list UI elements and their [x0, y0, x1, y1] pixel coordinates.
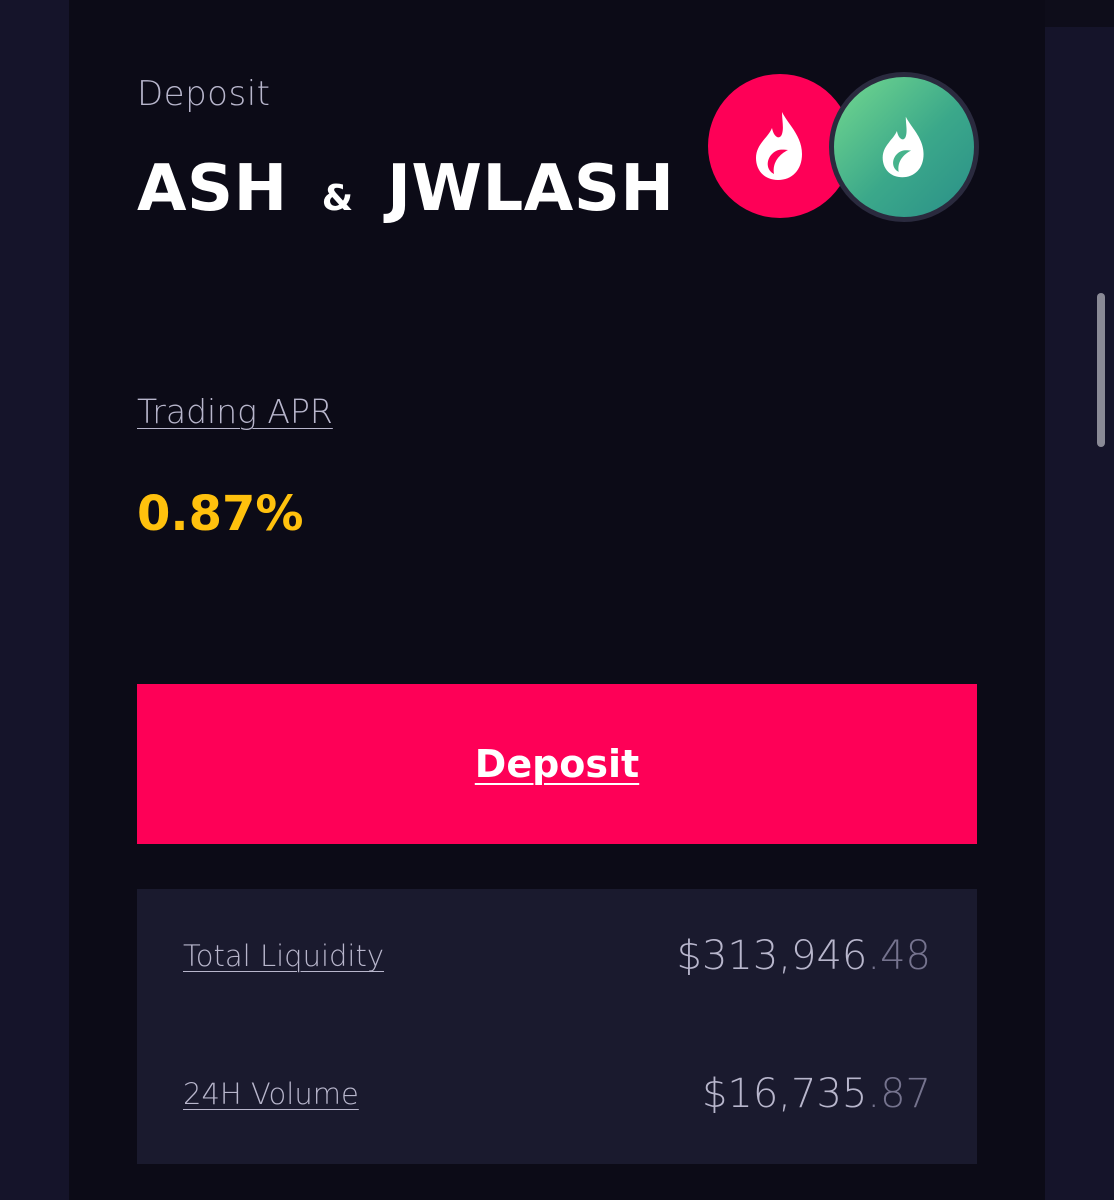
trading-apr-value: 0.87%	[137, 486, 304, 542]
total-liquidity-label[interactable]: Total Liquidity	[183, 939, 384, 973]
volume-24h-whole: $16,735	[701, 1071, 868, 1117]
token-logos	[707, 72, 979, 222]
total-liquidity-decimal: .48	[867, 933, 931, 979]
token-b-name: JWLASH	[387, 152, 675, 226]
trading-apr-label[interactable]: Trading APR	[137, 392, 333, 431]
volume-24h-label[interactable]: 24H Volume	[183, 1077, 359, 1111]
total-liquidity-value: $313,946.48	[677, 933, 931, 979]
jwlash-token-logo	[829, 72, 979, 222]
ash-flame-icon	[756, 112, 802, 180]
volume-24h-decimal: .87	[867, 1071, 931, 1117]
volume-24h-row: 24H Volume $16,735.87	[183, 1071, 931, 1117]
page-scrollbar[interactable]	[1097, 293, 1105, 447]
pair-title: ASH & JWLASH	[137, 152, 674, 226]
token-a-name: ASH	[137, 152, 288, 226]
pair-separator: &	[321, 178, 354, 219]
jwlash-flame-icon	[882, 116, 924, 178]
page: Deposit ASH & JWLASH Trading APR 0.87% D…	[0, 0, 1114, 1200]
total-liquidity-whole: $313,946	[676, 933, 868, 979]
pool-stats-card: Total Liquidity $313,946.48 24H Volume $…	[137, 889, 977, 1164]
total-liquidity-row: Total Liquidity $313,946.48	[183, 933, 931, 979]
volume-24h-value: $16,735.87	[702, 1071, 931, 1117]
deposit-button[interactable]: Deposit	[137, 684, 977, 844]
deposit-eyebrow: Deposit	[137, 74, 271, 114]
